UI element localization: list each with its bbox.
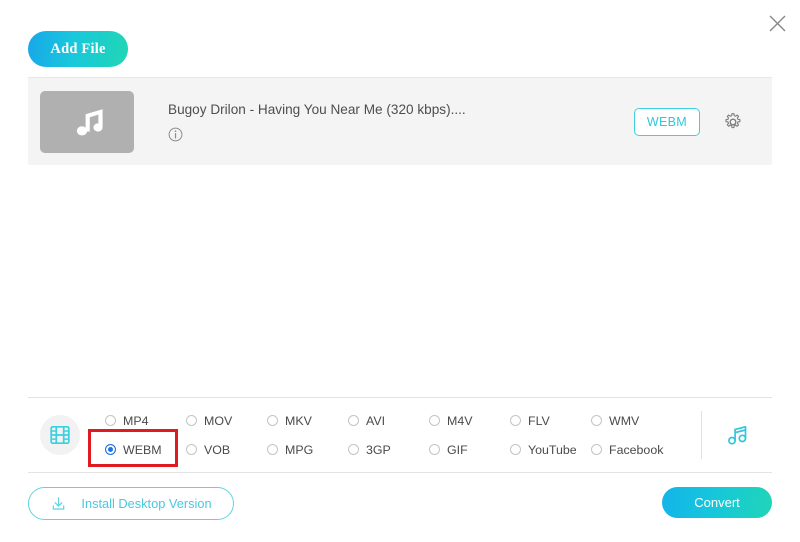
video-formats-tab[interactable] [40,415,80,455]
format-option-label: MOV [204,414,232,428]
format-option-label: WMV [609,414,639,428]
format-option-label: WEBM [123,443,162,457]
audio-formats-tab[interactable] [702,421,772,449]
radio-icon[interactable] [429,415,440,426]
music-note-icon [723,421,751,449]
radio-icon[interactable] [267,415,278,426]
format-option-vob[interactable]: VOB [186,438,267,461]
format-options-grid: MP4 MOV MKV AVI M4V FLV WMV WEBM VOB MPG 3GP GIF You… [105,409,699,461]
format-option-avi[interactable]: AVI [348,409,429,432]
radio-icon[interactable] [105,444,116,455]
file-list-item[interactable]: Bugoy Drilon - Having You Near Me (320 k… [28,77,772,165]
convert-button[interactable]: Convert [662,487,772,518]
file-format-badge[interactable]: WEBM [634,108,700,136]
radio-icon[interactable] [348,444,359,455]
radio-icon[interactable] [186,444,197,455]
radio-icon[interactable] [591,444,602,455]
file-settings-button[interactable] [722,111,744,133]
radio-icon[interactable] [267,444,278,455]
format-option-m4v[interactable]: M4V [429,409,510,432]
radio-icon[interactable] [429,444,440,455]
radio-icon[interactable] [510,444,521,455]
info-icon[interactable] [168,127,183,142]
format-option-label: AVI [366,414,385,428]
format-option-label: M4V [447,414,472,428]
file-title: Bugoy Drilon - Having You Near Me (320 k… [168,102,634,117]
format-option-mpg[interactable]: MPG [267,438,348,461]
add-file-button[interactable]: Add File [28,31,128,67]
format-option-youtube[interactable]: YouTube [510,438,591,461]
radio-icon[interactable] [348,415,359,426]
download-icon [50,495,67,512]
radio-icon[interactable] [105,415,116,426]
radio-icon[interactable] [510,415,521,426]
gear-icon [722,111,744,133]
file-list: Bugoy Drilon - Having You Near Me (320 k… [28,77,772,165]
format-option-label: YouTube [528,443,577,457]
format-option-gif[interactable]: GIF [429,438,510,461]
film-strip-icon [48,423,72,447]
format-option-facebook[interactable]: Facebook [591,438,672,461]
format-option-mp4[interactable]: MP4 [105,409,186,432]
radio-icon[interactable] [591,415,602,426]
format-option-label: VOB [204,443,230,457]
radio-icon[interactable] [186,415,197,426]
music-note-icon [67,104,107,140]
file-meta: Bugoy Drilon - Having You Near Me (320 k… [134,102,634,142]
close-icon [768,14,787,33]
format-selection-bar: MP4 MOV MKV AVI M4V FLV WMV WEBM VOB MPG 3GP GIF You… [28,397,772,473]
format-option-wmv[interactable]: WMV [591,409,672,432]
format-option-mkv[interactable]: MKV [267,409,348,432]
format-option-mov[interactable]: MOV [186,409,267,432]
format-option-label: FLV [528,414,550,428]
format-option-label: 3GP [366,443,391,457]
format-option-flv[interactable]: FLV [510,409,591,432]
format-option-label: MKV [285,414,312,428]
close-window-button[interactable] [760,6,794,40]
file-thumbnail [40,91,134,153]
format-option-3gp[interactable]: 3GP [348,438,429,461]
format-option-label: MPG [285,443,313,457]
format-option-label: GIF [447,443,468,457]
install-desktop-version-button[interactable]: Install Desktop Version [28,487,234,520]
toolbar: Add File [28,31,128,67]
install-desktop-version-label: Install Desktop Version [81,496,211,511]
format-option-webm[interactable]: WEBM [105,438,186,461]
format-option-label: MP4 [123,414,148,428]
format-option-label: Facebook [609,443,663,457]
